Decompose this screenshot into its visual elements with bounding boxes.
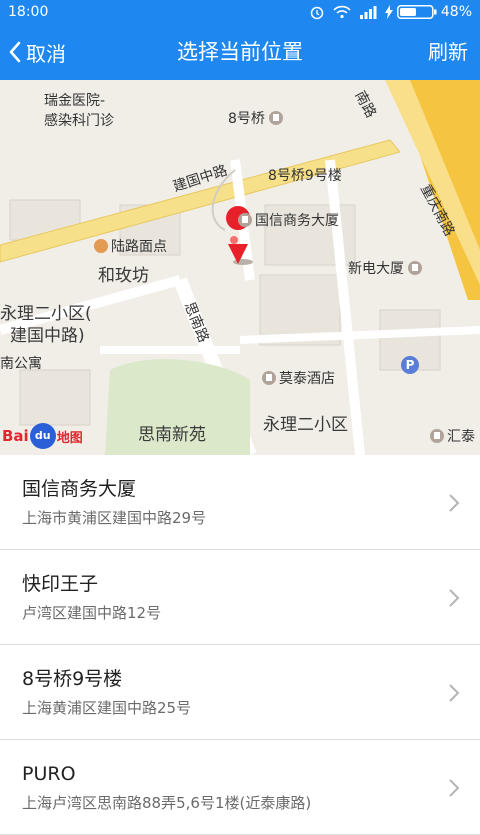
status-bar: 18:00 48% [0, 0, 480, 24]
list-item[interactable]: PURO 上海卢湾区思南路88弄5,6号1楼(近泰康路) [0, 740, 480, 835]
building-icon [408, 261, 423, 275]
map-label-lulu: 陆路面点 [94, 236, 167, 256]
map-label-nangongyu: 南公寓 [0, 356, 42, 372]
place-address: 上海市黄浦区建国中路29号 [22, 509, 207, 527]
place-address: 上海卢湾区思南路88弄5,6号1楼(近泰康路) [22, 794, 312, 812]
chevron-left-icon [9, 41, 21, 63]
map-label-ruijin: 瑞金医院- 感染科门诊 [44, 93, 114, 129]
chevron-right-icon [449, 684, 460, 702]
map-label-yongli2: 永理二小区 [263, 415, 348, 435]
baidu-map-logo: Bai du 地图 [2, 423, 83, 449]
map-label-8haoqiao: 8号桥 [228, 108, 286, 128]
food-icon [94, 239, 108, 253]
cancel-button[interactable]: 取消 [8, 24, 66, 80]
map-label-hemeifang: 和玫坊 [98, 266, 149, 286]
map-view[interactable]: 瑞金医院- 感染科门诊 8号桥 建国中路 8号桥9号楼 国信商务大厦 陆路面点 … [0, 80, 480, 455]
map-label-sinanxinyuan: 思南新苑 [138, 425, 206, 445]
place-address: 上海黄浦区建国中路25号 [22, 699, 192, 717]
map-label-8haoqiao9: 8号桥9号楼 [268, 168, 342, 184]
parking-icon: P [401, 356, 419, 374]
map-label-guoxin: 国信商务大厦 [238, 210, 339, 230]
alarm-icon [310, 6, 324, 20]
charging-icon [384, 5, 393, 19]
place-name: 8号桥9号楼 [22, 668, 123, 690]
chevron-right-icon [449, 779, 460, 797]
place-list: 国信商务大厦 上海市黄浦区建国中路29号 快印王子 卢湾区建国中路12号 8号桥… [0, 455, 480, 835]
building-icon [269, 111, 284, 125]
wifi-icon [333, 5, 351, 19]
map-label-yongli-b: 建国中路) [10, 326, 85, 346]
battery-percent: 48% [440, 4, 472, 20]
hotel-icon [262, 371, 276, 385]
place-name: 国信商务大厦 [22, 478, 137, 500]
chevron-right-icon [449, 589, 460, 607]
nav-bar: 取消 选择当前位置 刷新 [0, 24, 480, 80]
page-title: 选择当前位置 [177, 40, 303, 64]
building-icon [238, 213, 252, 227]
place-address: 卢湾区建国中路12号 [22, 604, 162, 622]
map-label-xindian: 新电大厦 [348, 258, 425, 278]
cancel-label: 取消 [26, 41, 66, 66]
list-item[interactable]: 8号桥9号楼 上海黄浦区建国中路25号 [0, 645, 480, 740]
map-label-huitai: 汇泰 [430, 426, 475, 446]
map-label-motai: 莫泰酒店 [262, 368, 335, 388]
status-time: 18:00 [8, 4, 49, 20]
battery-icon [396, 5, 437, 19]
list-item[interactable]: 国信商务大厦 上海市黄浦区建国中路29号 [0, 455, 480, 550]
place-name: PURO [22, 763, 76, 785]
chevron-right-icon [449, 494, 460, 512]
place-name: 快印王子 [22, 573, 99, 595]
signal-icon [359, 6, 377, 19]
building-icon [430, 429, 444, 443]
refresh-button[interactable]: 刷新 [428, 24, 468, 80]
list-item[interactable]: 快印王子 卢湾区建国中路12号 [0, 550, 480, 645]
